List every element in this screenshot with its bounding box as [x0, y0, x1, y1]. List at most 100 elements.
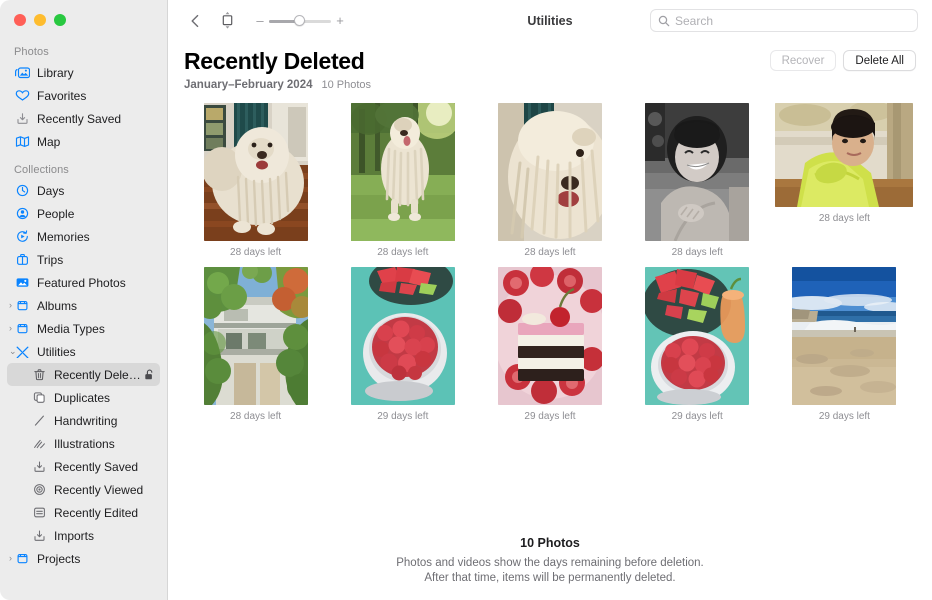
photo-cell[interactable]: 29 days left	[771, 267, 918, 422]
photo-cell[interactable]: 28 days left	[182, 103, 329, 258]
photo-grid: 28 days left 28 days left 28 days left 2…	[168, 103, 932, 422]
sidebar-item-utilities[interactable]: ⌄ Utilities	[7, 340, 160, 363]
photo-caption: 28 days left	[230, 411, 282, 422]
photo-thumbnail[interactable]	[792, 267, 897, 405]
photo-thumbnail[interactable]	[497, 103, 602, 241]
photo-thumbnail[interactable]	[775, 103, 914, 207]
photo-caption: 28 days left	[818, 213, 870, 224]
photo-cell[interactable]: 28 days left	[771, 103, 918, 224]
photo-cell[interactable]: 28 days left	[476, 103, 623, 258]
aspect-ratio-icon[interactable]	[216, 10, 238, 32]
sidebar-item-albums[interactable]: › Albums	[7, 294, 160, 317]
sidebar-item-favorites[interactable]: Favorites	[7, 84, 160, 107]
trash-icon	[31, 368, 47, 382]
sidebar-item-label: Handwriting	[54, 413, 118, 428]
heart-icon	[14, 89, 30, 103]
close-button[interactable]	[14, 14, 26, 26]
duplicates-icon	[31, 391, 47, 405]
photo-thumbnail[interactable]	[645, 103, 750, 241]
slider-fill	[269, 19, 297, 23]
page-subtitle-row: January–February 2024 10 Photos	[184, 79, 916, 91]
sidebar-item-featured-photos[interactable]: Featured Photos	[7, 271, 160, 294]
photo-cell[interactable]: 29 days left	[476, 267, 623, 422]
sidebar-item-people[interactable]: People	[7, 202, 160, 225]
toolbar-left-group: – +	[184, 10, 344, 32]
sidebar-item-recently-edited[interactable]: Recently Edited	[7, 501, 160, 524]
photo-caption: 29 days left	[524, 411, 576, 422]
zoom-slider[interactable]	[269, 14, 331, 28]
sidebar-item-recently-viewed[interactable]: Recently Viewed	[7, 478, 160, 501]
photo-thumbnail[interactable]	[203, 103, 308, 241]
photo-caption: 29 days left	[671, 411, 723, 422]
sidebar-item-duplicates[interactable]: Duplicates	[7, 386, 160, 409]
photos-app-window: Photos Library Favorites Recently Saved …	[0, 0, 932, 600]
photo-thumbnail[interactable]	[645, 267, 750, 405]
sidebar-item-label: Imports	[54, 528, 95, 543]
chevron-right-icon[interactable]: ›	[9, 554, 19, 563]
bag-icon	[14, 253, 30, 267]
sidebar-item-recently-saved[interactable]: Recently Saved	[7, 107, 160, 130]
date-range-label: January–February 2024	[184, 79, 313, 91]
window-controls	[0, 0, 167, 40]
zoom-in-label[interactable]: +	[336, 14, 344, 27]
sidebar-item-label: Days	[37, 183, 65, 198]
sidebar-item-label: Recently Saved	[54, 459, 139, 474]
photo-thumbnail[interactable]	[350, 267, 455, 405]
photo-cell[interactable]: 28 days left	[182, 267, 329, 422]
sidebar-item-label: Utilities	[37, 344, 76, 359]
sidebar-item-label: Albums	[37, 298, 78, 313]
sidebar-item-days[interactable]: Days	[7, 179, 160, 202]
chevron-right-icon[interactable]: ›	[9, 324, 19, 333]
sidebar-item-recently-deleted[interactable]: Recently Delet…	[7, 363, 160, 386]
sidebar-item-map[interactable]: Map	[7, 130, 160, 153]
delete-all-button[interactable]: Delete All	[843, 50, 916, 71]
maximize-button[interactable]	[54, 14, 66, 26]
sidebar-item-label: Map	[37, 134, 61, 149]
zoom-out-label[interactable]: –	[256, 14, 264, 27]
photo-thumbnail[interactable]	[203, 267, 308, 405]
chevron-down-icon[interactable]: ⌄	[9, 347, 19, 356]
sidebar-item-label: Recently Delet…	[54, 367, 143, 382]
sidebar-item-label: Trips	[37, 252, 64, 267]
photo-cell[interactable]: 28 days left	[329, 103, 476, 258]
library-icon	[14, 66, 30, 80]
sidebar-item-label: Featured Photos	[37, 275, 126, 290]
photo-caption: 28 days left	[524, 247, 576, 258]
slider-knob[interactable]	[293, 14, 305, 26]
photo-caption: 29 days left	[818, 411, 870, 422]
grid-row: 28 days left	[182, 267, 918, 422]
eye-icon	[31, 483, 47, 497]
photo-cell[interactable]: 28 days left	[624, 103, 771, 258]
chevron-right-icon[interactable]: ›	[9, 301, 19, 310]
sidebar-item-library[interactable]: Library	[7, 61, 160, 84]
photo-cell[interactable]: 29 days left	[624, 267, 771, 422]
photo-count-label: 10 Photos	[321, 79, 372, 91]
zoom-slider-group[interactable]: – +	[256, 14, 344, 28]
photo-thumbnail[interactable]	[350, 103, 455, 241]
photo-cell[interactable]: 29 days left	[329, 267, 476, 422]
recover-button[interactable]: Recover	[769, 50, 837, 71]
minimize-button[interactable]	[34, 14, 46, 26]
download-icon	[31, 460, 47, 474]
sidebar-item-projects[interactable]: › Projects	[7, 547, 160, 570]
sidebar-item-imports[interactable]: Imports	[7, 524, 160, 547]
photo-thumbnail[interactable]	[497, 267, 602, 405]
chevron-left-icon[interactable]	[184, 10, 206, 32]
illustrations-icon	[31, 437, 47, 451]
sidebar-item-trips[interactable]: Trips	[7, 248, 160, 271]
sidebar-item-media-types[interactable]: › Media Types	[7, 317, 160, 340]
download-icon	[14, 112, 30, 126]
footer-photo-count: 10 Photos	[520, 536, 580, 550]
search-input[interactable]	[675, 13, 910, 28]
sidebar-item-illustrations[interactable]: Illustrations	[7, 432, 160, 455]
sidebar-item-handwriting[interactable]: Handwriting	[7, 409, 160, 432]
sidebar-item-label: Favorites	[37, 88, 87, 103]
photo-icon	[14, 276, 30, 290]
sidebar-item-memories[interactable]: Memories	[7, 225, 160, 248]
edited-icon	[31, 506, 47, 520]
search-field[interactable]	[650, 9, 918, 32]
person-circle-icon	[14, 207, 30, 221]
sidebar: Photos Library Favorites Recently Saved …	[0, 0, 168, 600]
photo-caption: 28 days left	[230, 247, 282, 258]
sidebar-item-recently-saved-util[interactable]: Recently Saved	[7, 455, 160, 478]
